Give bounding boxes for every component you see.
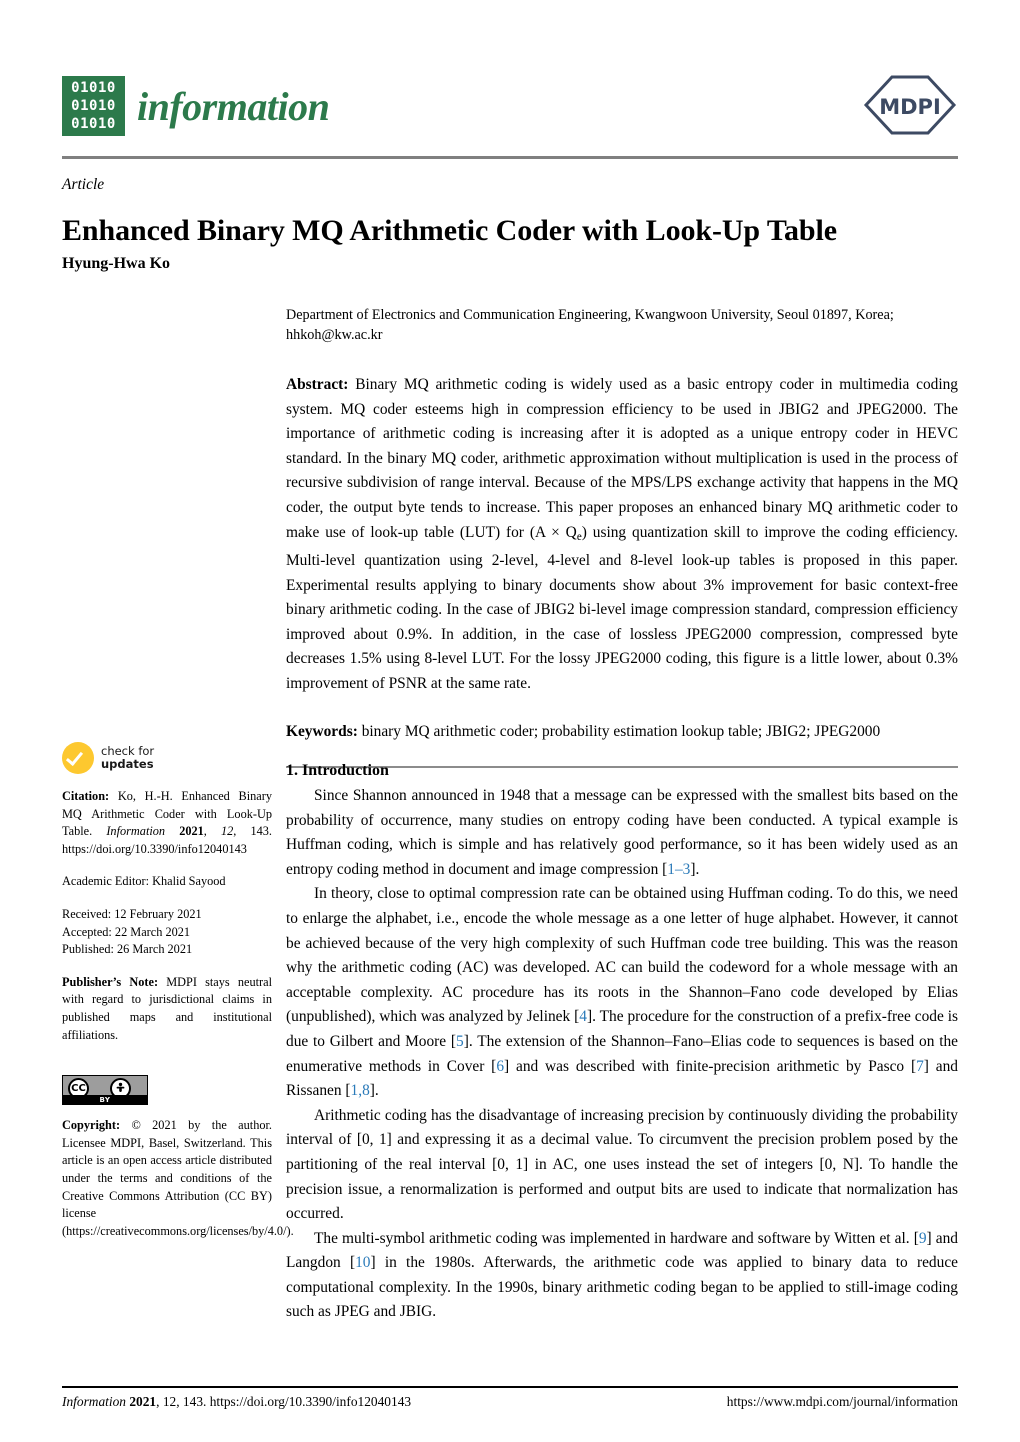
citation-reference-link[interactable]: 9 xyxy=(919,1230,927,1247)
mdpi-logo-icon: MDPI xyxy=(862,74,958,136)
paragraph: Arithmetic coding has the disadvantage o… xyxy=(286,1104,958,1227)
binary-logo-icon: 01010 01010 01010 xyxy=(62,76,125,136)
check-for-updates-label: check for updates xyxy=(101,743,155,772)
introduction-paragraphs: Since Shannon announced in 1948 that a m… xyxy=(286,784,958,1325)
citation-block: Citation: Ko, H.-H. Enhanced Binary MQ A… xyxy=(62,789,272,856)
abstract-text-part2: ) using quantization skill to improve th… xyxy=(286,523,958,692)
paragraph-text: ] and was described with finite-precisio… xyxy=(504,1057,917,1075)
affiliation-line: Department of Electronics and Communicat… xyxy=(286,307,894,323)
keywords: Keywords: binary MQ arithmetic coder; pr… xyxy=(286,720,958,744)
sidebar: check for updates Citation: Ko, H.-H. En… xyxy=(62,742,294,1240)
footer-journal-url[interactable]: https://www.mdpi.com/journal/information xyxy=(727,1394,958,1410)
academic-editor: Academic Editor: Khalid Sayood xyxy=(62,874,226,889)
journal-logo: 01010 01010 01010 information xyxy=(62,76,330,136)
keywords-text: binary MQ arithmetic coder; probability … xyxy=(361,723,881,741)
paragraph: In theory, close to optimal compression … xyxy=(286,882,958,1103)
footer-article-number: 143 xyxy=(182,1394,204,1409)
citation-volume: 12 xyxy=(220,824,234,839)
copyright-label: Copyright: xyxy=(62,1118,121,1133)
paragraph-text: Since Shannon announced in 1948 that a m… xyxy=(286,787,958,878)
article-type-label: Article xyxy=(62,176,105,193)
paragraph-text: ]. xyxy=(369,1082,379,1100)
abstract-text-part1: Binary MQ arithmetic coding is widely us… xyxy=(286,376,958,541)
page-footer: Information 2021, 12, 143. https://doi.o… xyxy=(62,1394,958,1410)
binary-row: 01010 xyxy=(71,97,116,114)
citation-reference-link[interactable]: 5 xyxy=(456,1033,464,1050)
paper-page: 01010 01010 01010 information MDPI Artic… xyxy=(0,0,1020,1442)
paragraph-text: In theory, close to optimal compression … xyxy=(286,885,958,1026)
published-date: Published: 26 March 2021 xyxy=(62,942,193,957)
section-heading: 1. Introduction xyxy=(286,762,389,779)
copyright-text: © 2021 by the author. Licensee MDPI, Bas… xyxy=(62,1118,294,1238)
author-email: hhkoh@kw.ac.kr xyxy=(286,326,383,343)
citation-article-number: 143 xyxy=(250,824,269,839)
author-list: Hyung-Hwa Ko xyxy=(62,255,171,272)
svg-text:MDPI: MDPI xyxy=(879,95,941,119)
creative-commons-icon[interactable]: CC BY xyxy=(62,1075,148,1106)
paragraph-text: The multi-symbol arithmetic coding was i… xyxy=(314,1229,919,1247)
footer-divider xyxy=(62,1386,958,1388)
affiliation: Department of Electronics and Communicat… xyxy=(286,306,958,345)
keywords-label: Keywords: xyxy=(286,723,358,741)
check-for-updates-badge[interactable]: check for updates xyxy=(62,742,272,774)
masthead: 01010 01010 01010 information MDPI xyxy=(62,72,958,150)
checkmark-icon xyxy=(62,742,94,774)
citation-reference-link[interactable]: 7 xyxy=(916,1058,924,1075)
dates-block: Received: 12 February 2021 Accepted: 22 … xyxy=(62,906,272,959)
received-date: Received: 12 February 2021 xyxy=(62,906,202,921)
introduction-section: 1. Introduction Since Shannon announced … xyxy=(286,762,958,1325)
footer-year: 2021 xyxy=(129,1394,157,1409)
journal-title: information xyxy=(137,84,330,129)
citation-label: Citation: xyxy=(62,789,110,803)
publishers-note: Publisher’s Note: MDPI stays neutral wit… xyxy=(62,974,272,1044)
paragraph: Since Shannon announced in 1948 that a m… xyxy=(286,784,958,882)
page-title: Enhanced Binary MQ Arithmetic Coder with… xyxy=(62,214,837,248)
citation-reference-link[interactable]: 10 xyxy=(355,1254,370,1271)
citation-reference-link[interactable]: 6 xyxy=(496,1058,504,1075)
binary-row: 01010 xyxy=(71,115,116,132)
footer-volume: 12 xyxy=(162,1394,177,1409)
updates-line1: check for xyxy=(101,743,155,758)
paragraph-text: Arithmetic coding has the disadvantage o… xyxy=(286,1106,958,1223)
accepted-date: Accepted: 22 March 2021 xyxy=(62,924,191,939)
paragraph-text: ] in the 1980s. Afterwards, the arithmet… xyxy=(286,1254,958,1321)
paragraph: The multi-symbol arithmetic coding was i… xyxy=(286,1227,958,1325)
abstract-label: Abstract: xyxy=(286,376,349,393)
masthead-divider xyxy=(62,156,958,159)
citation-reference-link[interactable]: 1,8 xyxy=(351,1082,370,1099)
abstract: Abstract: Binary MQ arithmetic coding is… xyxy=(286,373,958,696)
citation-reference-link[interactable]: 4 xyxy=(579,1008,587,1025)
citation-year: 2021 xyxy=(179,824,204,839)
footer-journal: Information xyxy=(62,1394,126,1409)
updates-line2: updates xyxy=(101,757,154,771)
citation-doi-link[interactable]: https://doi.org/10.3390/info12040143 xyxy=(62,842,247,856)
citation-journal: Information xyxy=(106,824,166,839)
abstract-column: Department of Electronics and Communicat… xyxy=(286,306,958,769)
footer-citation: Information 2021, 12, 143. https://doi.o… xyxy=(62,1394,412,1409)
citation-reference-link[interactable]: 1–3 xyxy=(667,861,690,878)
footer-doi-link[interactable]: https://doi.org/10.3390/info12040143 xyxy=(210,1394,411,1409)
binary-row: 01010 xyxy=(71,79,116,96)
copyright-block: Copyright: © 2021 by the author. License… xyxy=(62,1117,294,1240)
publishers-note-label: Publisher’s Note: xyxy=(62,974,159,989)
paragraph-text: ]. xyxy=(690,860,700,878)
cc-by-label: BY xyxy=(99,1096,111,1105)
